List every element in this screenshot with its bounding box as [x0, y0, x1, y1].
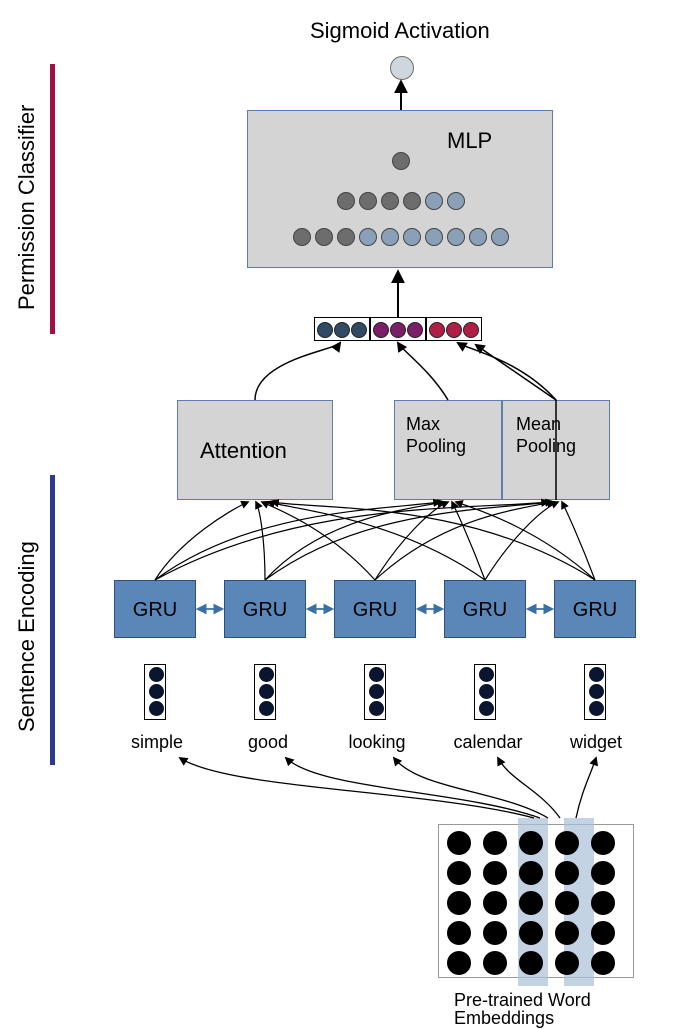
gru-1: GRU: [224, 580, 306, 638]
circle-node: [483, 891, 507, 915]
circle-node: [446, 322, 462, 338]
circle-node: [483, 951, 507, 975]
gru-4: GRU: [554, 580, 636, 638]
circle-node: [390, 322, 406, 338]
classifier-bar: [50, 64, 55, 334]
circle-node: [555, 891, 579, 915]
gru-0: GRU: [114, 580, 196, 638]
circle-node: [403, 192, 421, 210]
circle-node: [317, 322, 333, 338]
circle-node: [447, 951, 471, 975]
circle-node: [337, 228, 355, 246]
embeddings-l2: Embeddings: [454, 1008, 554, 1029]
encoder-bar: [50, 475, 55, 765]
circle-node: [369, 701, 384, 716]
meanpool-l1: Mean: [516, 414, 561, 435]
word-1: good: [238, 732, 298, 753]
circle-node: [591, 951, 615, 975]
circle-node: [447, 861, 471, 885]
circle-node: [447, 228, 465, 246]
circle-node: [373, 322, 389, 338]
circle-node: [392, 152, 410, 170]
circle-node: [149, 667, 164, 682]
attention-label: Attention: [200, 438, 287, 464]
circle-node: [359, 228, 377, 246]
circle-node: [479, 701, 494, 716]
circle-node: [403, 228, 421, 246]
circle-node: [591, 861, 615, 885]
circle-node: [447, 192, 465, 210]
maxpool-l2: Pooling: [406, 436, 466, 457]
circle-node: [429, 322, 445, 338]
circle-node: [447, 891, 471, 915]
circle-node: [589, 684, 604, 699]
circle-node: [359, 192, 377, 210]
circle-node: [369, 667, 384, 682]
circle-node: [589, 667, 604, 682]
word-4: widget: [564, 732, 628, 753]
sigmoid-output-node: [390, 56, 414, 80]
circle-node: [469, 228, 487, 246]
circle-node: [447, 831, 471, 855]
mlp-box: [247, 110, 553, 268]
circle-node: [519, 861, 543, 885]
circle-node: [259, 701, 274, 716]
circle-node: [519, 831, 543, 855]
circle-node: [149, 684, 164, 699]
circle-node: [555, 861, 579, 885]
classifier-section-label: Permission Classifier: [14, 105, 40, 310]
circle-node: [519, 951, 543, 975]
maxpool-l1: Max: [406, 414, 440, 435]
circle-node: [293, 228, 311, 246]
circle-node: [351, 322, 367, 338]
meanpool-l2: Pooling: [516, 436, 576, 457]
circle-node: [425, 192, 443, 210]
encoder-section-label: Sentence Encoding: [14, 541, 40, 732]
circle-node: [337, 192, 355, 210]
circle-node: [519, 921, 543, 945]
mlp-label: MLP: [447, 128, 492, 154]
circle-node: [463, 322, 479, 338]
word-3: calendar: [448, 732, 528, 753]
circle-node: [149, 701, 164, 716]
circle-node: [483, 831, 507, 855]
circle-node: [591, 831, 615, 855]
circle-node: [589, 701, 604, 716]
circle-node: [483, 861, 507, 885]
circle-node: [381, 228, 399, 246]
circle-node: [491, 228, 509, 246]
circle-node: [259, 684, 274, 699]
gru-3: GRU: [444, 580, 526, 638]
circle-node: [555, 831, 579, 855]
gru-2: GRU: [334, 580, 416, 638]
sigmoid-label: Sigmoid Activation: [310, 18, 490, 44]
circle-node: [315, 228, 333, 246]
word-0: simple: [122, 732, 192, 753]
circle-node: [483, 921, 507, 945]
circle-node: [519, 891, 543, 915]
circle-node: [381, 192, 399, 210]
circle-node: [425, 228, 443, 246]
circle-node: [555, 951, 579, 975]
circle-node: [479, 667, 494, 682]
circle-node: [591, 921, 615, 945]
circle-node: [369, 684, 384, 699]
circle-node: [591, 891, 615, 915]
circle-node: [259, 667, 274, 682]
circle-node: [407, 322, 423, 338]
circle-node: [479, 684, 494, 699]
circle-node: [334, 322, 350, 338]
circle-node: [447, 921, 471, 945]
word-2: looking: [342, 732, 412, 753]
circle-node: [555, 921, 579, 945]
